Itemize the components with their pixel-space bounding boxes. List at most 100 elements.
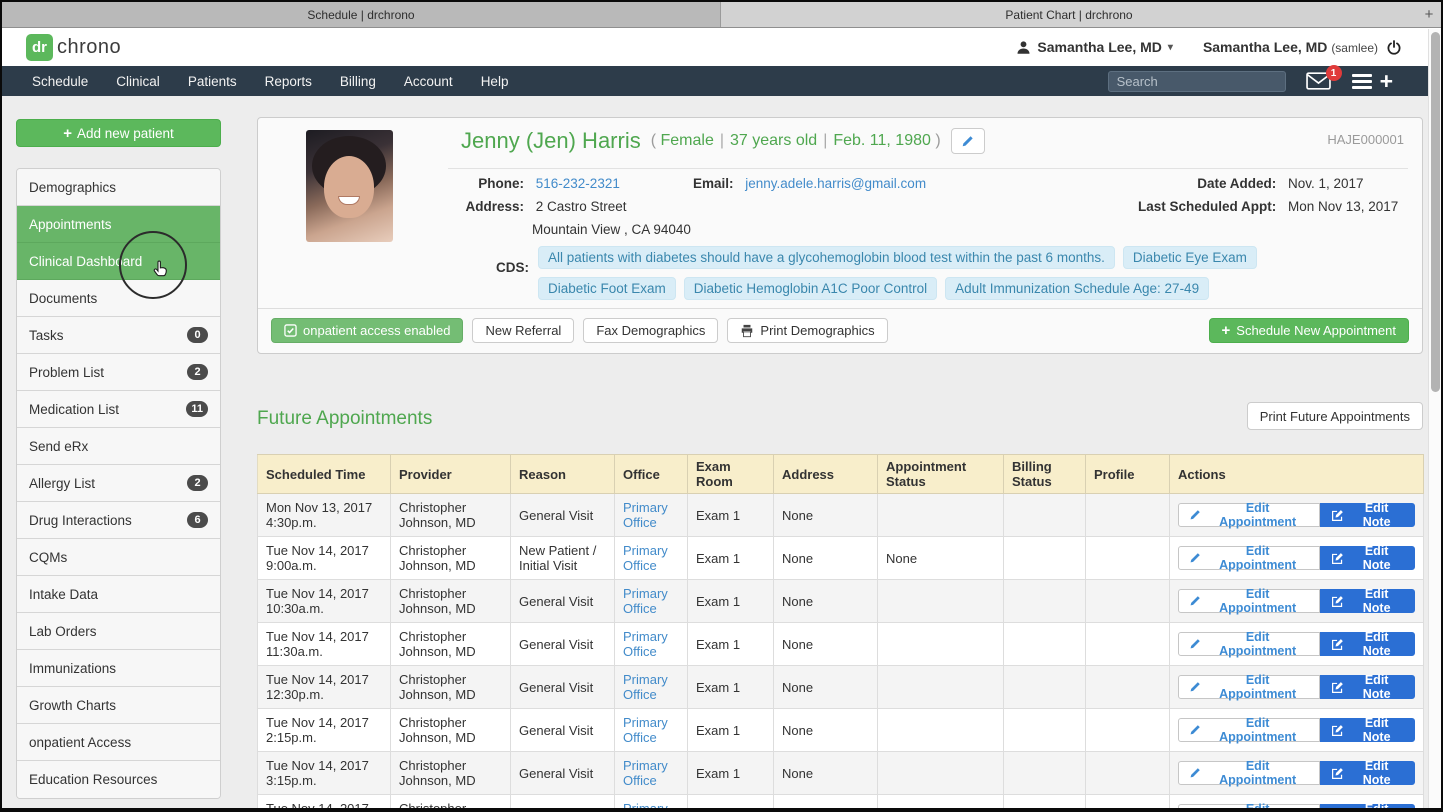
- scrollbar-track[interactable]: [1428, 29, 1441, 808]
- edit-note-button[interactable]: Edit Note: [1320, 761, 1415, 785]
- sidebar-item-intake-data[interactable]: Intake Data: [17, 576, 220, 613]
- cds-tag[interactable]: Diabetic Foot Exam: [538, 277, 676, 300]
- new-tab-button[interactable]: +: [1417, 2, 1441, 27]
- sidebar-item-problem-list[interactable]: Problem List2: [17, 354, 220, 391]
- sidebar-item-cqms[interactable]: CQMs: [17, 539, 220, 576]
- menu-icon[interactable]: [1352, 74, 1372, 89]
- search-input[interactable]: [1108, 71, 1286, 92]
- quick-add-button[interactable]: +: [1380, 71, 1393, 91]
- office-link[interactable]: Primary Office: [623, 672, 668, 702]
- drchrono-logo[interactable]: dr chrono: [26, 34, 121, 61]
- cell-scheduled-time: Tue Nov 14, 201712:30p.m.: [258, 666, 391, 709]
- sidebar-item-label: Education Resources: [29, 772, 157, 787]
- cds-tag[interactable]: All patients with diabetes should have a…: [538, 246, 1115, 269]
- office-link[interactable]: Primary Office: [623, 500, 668, 530]
- sidebar-item-demographics[interactable]: Demographics: [17, 169, 220, 206]
- browser-tab-schedule[interactable]: Schedule | drchrono: [2, 2, 721, 27]
- nav-item-account[interactable]: Account: [404, 74, 480, 89]
- sidebar-item-tasks[interactable]: Tasks0: [17, 317, 220, 354]
- email-link[interactable]: jenny.adele.harris@gmail.com: [745, 176, 926, 191]
- cell-provider: Christopher Johnson, MD: [391, 623, 511, 666]
- edit-appointment-button[interactable]: Edit Appointment: [1178, 804, 1320, 812]
- browser-tab-patient-chart[interactable]: Patient Chart | drchrono: [721, 2, 1417, 27]
- office-link[interactable]: Primary Office: [623, 801, 668, 812]
- column-header-exam-room: Exam Room: [688, 455, 774, 494]
- sidebar-item-lab-orders[interactable]: Lab Orders: [17, 613, 220, 650]
- sidebar-item-allergy-list[interactable]: Allergy List2: [17, 465, 220, 502]
- edit-note-button[interactable]: Edit Note: [1320, 503, 1415, 527]
- logout-power-icon[interactable]: [1386, 40, 1401, 55]
- print-future-appointments-button[interactable]: Print Future Appointments: [1247, 402, 1423, 430]
- cell-reason: General Visit: [511, 623, 615, 666]
- sidebar-item-immunizations[interactable]: Immunizations: [17, 650, 220, 687]
- edit-note-button[interactable]: Edit Note: [1320, 632, 1415, 656]
- cell-scheduled-time: Tue Nov 14, 201711:30a.m.: [258, 623, 391, 666]
- sidebar-item-clinical-dashboard[interactable]: Clinical Dashboard: [17, 243, 220, 280]
- sidebar-item-growth-charts[interactable]: Growth Charts: [17, 687, 220, 724]
- cds-tag[interactable]: Adult Immunization Schedule Age: 27-49: [945, 277, 1209, 300]
- cell-profile: [1086, 623, 1170, 666]
- sidebar-item-education-resources[interactable]: Education Resources: [17, 761, 220, 798]
- sidebar-item-onpatient-access[interactable]: onpatient Access: [17, 724, 220, 761]
- cell-address: None: [774, 709, 878, 752]
- office-link[interactable]: Primary Office: [623, 758, 668, 788]
- messages-button[interactable]: 1: [1306, 72, 1332, 90]
- office-link[interactable]: Primary Office: [623, 586, 668, 616]
- sidebar-item-send-erx[interactable]: Send eRx: [17, 428, 220, 465]
- office-link[interactable]: Primary Office: [623, 543, 668, 573]
- patient-photo[interactable]: [306, 130, 393, 242]
- sidebar-item-medication-list[interactable]: Medication List11: [17, 391, 220, 428]
- cell-profile: [1086, 709, 1170, 752]
- edit-appointment-button[interactable]: Edit Appointment: [1178, 675, 1320, 699]
- nav-item-help[interactable]: Help: [481, 74, 536, 89]
- cell-address: None: [774, 623, 878, 666]
- edit-note-icon: [1331, 595, 1344, 608]
- cell-provider: Christopher Johnson, MD: [391, 494, 511, 537]
- cell-provider: Christopher Johnson, MD: [391, 709, 511, 752]
- print-demographics-button[interactable]: Print Demographics: [727, 318, 887, 343]
- cell-office: Primary Office: [615, 537, 688, 580]
- cell-address: None: [774, 752, 878, 795]
- pencil-icon: [1189, 767, 1201, 779]
- nav-item-clinical[interactable]: Clinical: [116, 74, 187, 89]
- add-new-patient-button[interactable]: + Add new patient: [16, 119, 221, 147]
- cds-tag[interactable]: Diabetic Eye Exam: [1123, 246, 1257, 269]
- office-link[interactable]: Primary Office: [623, 715, 668, 745]
- nav-item-reports[interactable]: Reports: [265, 74, 339, 89]
- scrollbar-thumb[interactable]: [1431, 32, 1440, 392]
- edit-patient-button[interactable]: [951, 128, 985, 154]
- edit-appointment-button[interactable]: Edit Appointment: [1178, 589, 1320, 613]
- main-content: Jenny (Jen) Harris ( Female|37 years old…: [257, 117, 1423, 812]
- edit-appointment-button[interactable]: Edit Appointment: [1178, 632, 1320, 656]
- logged-in-user[interactable]: Samantha Lee, MD (samlee): [1203, 39, 1378, 55]
- sidebar-item-label: Medication List: [29, 402, 119, 417]
- edit-appointment-button[interactable]: Edit Appointment: [1178, 761, 1320, 785]
- cds-tag[interactable]: Diabetic Hemoglobin A1C Poor Control: [684, 277, 937, 300]
- edit-note-button[interactable]: Edit Note: [1320, 546, 1415, 570]
- edit-note-button[interactable]: Edit Note: [1320, 804, 1415, 812]
- date-added-value: Nov. 1, 2017: [1288, 176, 1406, 191]
- cell-billing-status: [1004, 623, 1086, 666]
- sidebar-item-appointments[interactable]: Appointments: [17, 206, 220, 243]
- fax-demographics-button[interactable]: Fax Demographics: [583, 318, 718, 343]
- office-link[interactable]: Primary Office: [623, 629, 668, 659]
- nav-item-schedule[interactable]: Schedule: [32, 74, 115, 89]
- app-header: dr chrono Samantha Lee, MD ▾ Samantha Le…: [2, 28, 1441, 66]
- onpatient-access-button[interactable]: onpatient access enabled: [271, 318, 463, 343]
- edit-appointment-button[interactable]: Edit Appointment: [1178, 718, 1320, 742]
- nav-item-billing[interactable]: Billing: [340, 74, 403, 89]
- schedule-new-appointment-button[interactable]: + Schedule New Appointment: [1209, 318, 1409, 343]
- cell-actions: Edit AppointmentEdit Note: [1170, 666, 1424, 709]
- provider-dropdown[interactable]: Samantha Lee, MD ▾: [1016, 39, 1173, 55]
- table-header-row: Scheduled TimeProviderReasonOfficeExam R…: [258, 455, 1424, 494]
- new-referral-button[interactable]: New Referral: [472, 318, 574, 343]
- edit-appointment-button[interactable]: Edit Appointment: [1178, 503, 1320, 527]
- sidebar-item-documents[interactable]: Documents: [17, 280, 220, 317]
- edit-appointment-button[interactable]: Edit Appointment: [1178, 546, 1320, 570]
- edit-note-button[interactable]: Edit Note: [1320, 675, 1415, 699]
- sidebar-item-drug-interactions[interactable]: Drug Interactions6: [17, 502, 220, 539]
- edit-note-button[interactable]: Edit Note: [1320, 718, 1415, 742]
- nav-item-patients[interactable]: Patients: [188, 74, 264, 89]
- phone-link[interactable]: 516-232-2321: [536, 176, 620, 191]
- edit-note-button[interactable]: Edit Note: [1320, 589, 1415, 613]
